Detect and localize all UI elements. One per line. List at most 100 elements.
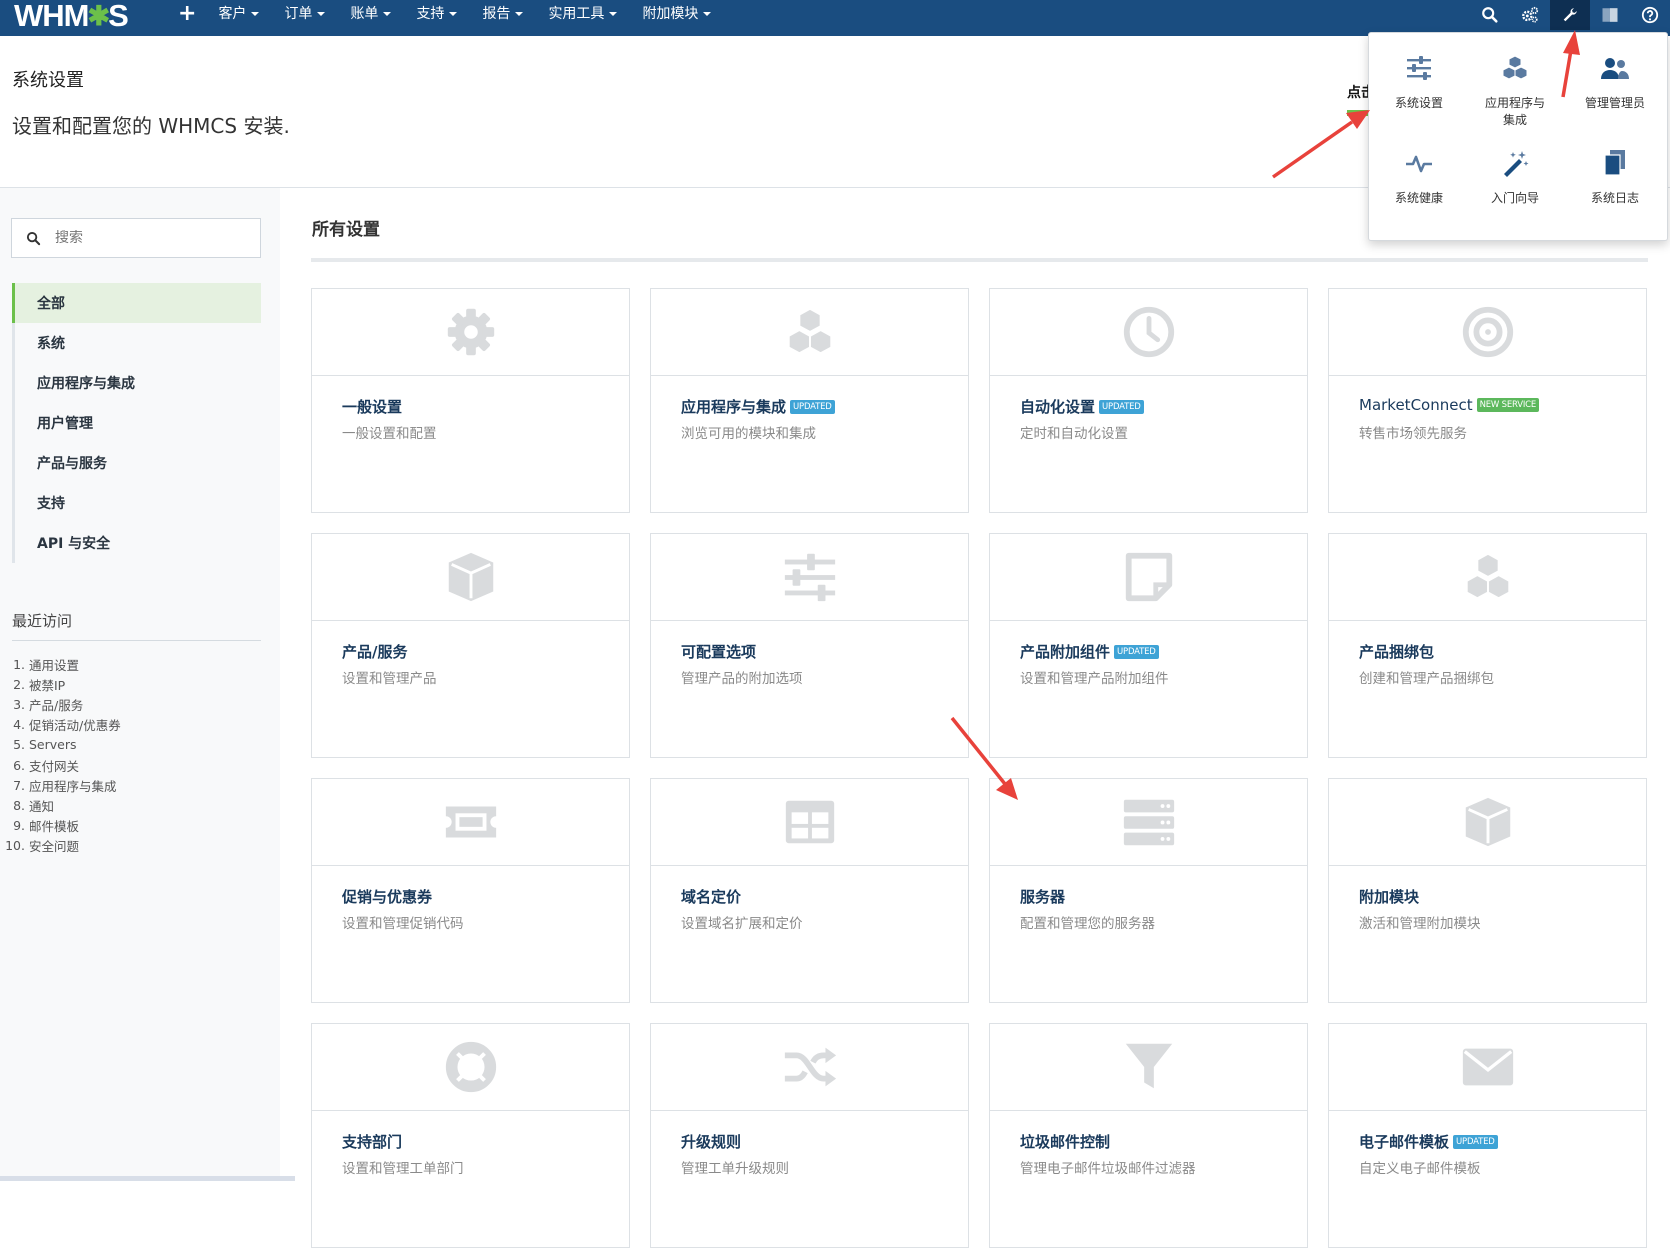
card-subtitle: 设置和管理产品: [342, 671, 437, 687]
card-icon-area: [651, 779, 968, 866]
card-subtitle: 配置和管理您的服务器: [1020, 916, 1155, 932]
card-title: 服务器: [1020, 886, 1065, 907]
category-all[interactable]: 全部: [12, 283, 261, 323]
clock-icon: [1123, 306, 1174, 358]
recent-num: 7.: [13, 777, 25, 793]
card-marketconnect[interactable]: MarketConnect NEW SERVICE 转售市场领先服务: [1328, 288, 1647, 513]
card-title-text: 应用程序与集成: [681, 398, 787, 416]
recent-num: 4.: [13, 717, 25, 733]
category-list: 全部 系统 应用程序与集成 用户管理 产品与服务 支持 API 与安全: [12, 283, 261, 563]
random-icon: [784, 1047, 836, 1087]
updated-badge: UPDATED: [790, 399, 835, 414]
category-support[interactable]: 支持: [12, 483, 261, 523]
menu-label: 支持: [416, 6, 445, 22]
card-icon-area: [1329, 1024, 1646, 1111]
card-title-text: 产品/服务: [342, 643, 408, 661]
card-email-templates[interactable]: 电子邮件模板 UPDATED 自定义电子邮件模板: [1328, 1023, 1647, 1248]
recent-label: 通用设置: [29, 657, 80, 673]
recent-num: 2.: [13, 676, 25, 692]
card-configurable-options[interactable]: 可配置选项 管理产品的附加选项: [650, 533, 969, 758]
card-title-text: 自动化设置: [1020, 398, 1096, 416]
recent-num: 6.: [13, 757, 25, 773]
menu-addons[interactable]: 附加模块: [642, 0, 712, 28]
card-escalation-rules[interactable]: 升级规则 管理工单升级规则: [650, 1023, 969, 1248]
recent-label: 安全问题: [29, 839, 80, 855]
recent-item[interactable]: 6. 支付网关: [0, 755, 270, 775]
card-subtitle: 一般设置和配置: [342, 426, 437, 442]
card-domain-pricing[interactable]: 域名定价 设置域名扩展和定价: [650, 778, 969, 1003]
cube-icon: [448, 552, 493, 602]
category-products[interactable]: 产品与服务: [12, 443, 261, 483]
search-input[interactable]: [55, 230, 235, 246]
recent-item[interactable]: 10. 安全问题: [0, 836, 270, 856]
dropdown-item-setup-wizard[interactable]: 入门向导: [1465, 148, 1565, 207]
profile-icon[interactable]: [1590, 0, 1630, 30]
card-title-text: 产品附加组件: [1020, 643, 1111, 661]
menu-orders[interactable]: 订单: [284, 0, 326, 28]
recent-item[interactable]: 2. 被禁IP: [0, 674, 270, 694]
cubes-icon: [1465, 552, 1510, 600]
menu-reports[interactable]: 报告: [482, 0, 524, 28]
card-product-addons[interactable]: 产品附加组件 UPDATED 设置和管理产品附加组件: [989, 533, 1308, 758]
page-title: 系统设置: [12, 70, 84, 91]
recent-item[interactable]: 4. 促销活动/优惠券: [0, 715, 270, 735]
settings-search[interactable]: [11, 218, 261, 258]
menu-clients[interactable]: 客户: [218, 0, 260, 28]
menu-support[interactable]: 支持: [416, 0, 458, 28]
card-icon-area: [1329, 289, 1646, 376]
menu-utilities[interactable]: 实用工具: [548, 0, 618, 28]
recent-item[interactable]: 8. 通知: [0, 795, 270, 815]
menu-label: 客户: [218, 6, 247, 22]
card-icon-area: [312, 1024, 629, 1111]
dropdown-item-system-logs[interactable]: 系统日志: [1565, 148, 1665, 207]
card-title: 产品捆绑包: [1359, 641, 1434, 662]
category-apps[interactable]: 应用程序与集成: [12, 363, 261, 403]
recent-item[interactable]: 9. 邮件模板: [0, 816, 270, 836]
menu-label: 账单: [350, 6, 379, 22]
card-support-departments[interactable]: 支持部门 设置和管理工单部门: [311, 1023, 630, 1248]
card-promotions[interactable]: 促销与优惠券 设置和管理促销代码: [311, 778, 630, 1003]
cubes-icon: [787, 307, 832, 355]
dropdown-item-apps[interactable]: 应用程序与集成: [1465, 53, 1565, 129]
cogs-icon[interactable]: [1510, 0, 1550, 30]
dropdown-item-system-settings[interactable]: 系统设置: [1369, 53, 1469, 112]
card-spam-control[interactable]: 垃圾邮件控制 管理电子邮件垃圾邮件过滤器: [989, 1023, 1308, 1248]
magic-icon: [1504, 151, 1529, 177]
category-system[interactable]: 系统: [12, 323, 261, 363]
wrench-icon[interactable]: [1550, 0, 1590, 30]
dropdown-item-admins[interactable]: 管理管理员: [1565, 53, 1665, 112]
category-api-security[interactable]: API 与安全: [12, 523, 261, 563]
recent-num: 8.: [13, 797, 25, 813]
dropdown-item-system-health[interactable]: 系统健康: [1369, 148, 1469, 207]
card-apps-integrations[interactable]: 应用程序与集成 UPDATED 浏览可用的模块和集成: [650, 288, 969, 513]
recent-item[interactable]: 3. 产品/服务: [0, 694, 270, 714]
card-products-services[interactable]: 产品/服务 设置和管理产品: [311, 533, 630, 758]
recent-item[interactable]: 1. 通用设置: [0, 654, 270, 674]
whmcs-logo[interactable]: WHM ✱ S: [14, 0, 129, 33]
card-general-settings[interactable]: 一般设置 一般设置和配置: [311, 288, 630, 513]
divider: [12, 640, 261, 641]
card-addon-modules[interactable]: 附加模块 激活和管理附加模块: [1328, 778, 1647, 1003]
updated-badge: UPDATED: [1114, 644, 1159, 659]
card-servers[interactable]: 服务器 配置和管理您的服务器: [989, 778, 1308, 1003]
search-icon[interactable]: [1470, 0, 1510, 30]
quick-add-button[interactable]: +: [178, 0, 196, 28]
dropdown-label: 入门向导: [1490, 191, 1539, 205]
card-automation[interactable]: 自动化设置 UPDATED 定时和自动化设置: [989, 288, 1308, 513]
card-subtitle: 管理工单升级规则: [681, 1161, 789, 1177]
card-product-bundles[interactable]: 产品捆绑包 创建和管理产品捆绑包: [1328, 533, 1647, 758]
caret-down-icon: [609, 12, 618, 16]
card-icon-area: [990, 1024, 1307, 1111]
caret-down-icon: [383, 12, 392, 16]
category-users[interactable]: 用户管理: [12, 403, 261, 443]
menu-billing[interactable]: 账单: [350, 0, 392, 28]
card-title-text: 垃圾邮件控制: [1020, 1133, 1111, 1151]
recent-item[interactable]: 7. 应用程序与集成: [0, 775, 270, 795]
recent-item[interactable]: 5. Servers: [0, 735, 270, 755]
help-icon[interactable]: [1630, 0, 1670, 30]
table-icon: [785, 800, 834, 844]
card-subtitle: 管理电子邮件垃圾邮件过滤器: [1020, 1161, 1196, 1177]
recent-label: 促销活动/优惠券: [29, 718, 121, 734]
caret-down-icon: [449, 12, 458, 16]
scrollbar[interactable]: [0, 1176, 295, 1181]
